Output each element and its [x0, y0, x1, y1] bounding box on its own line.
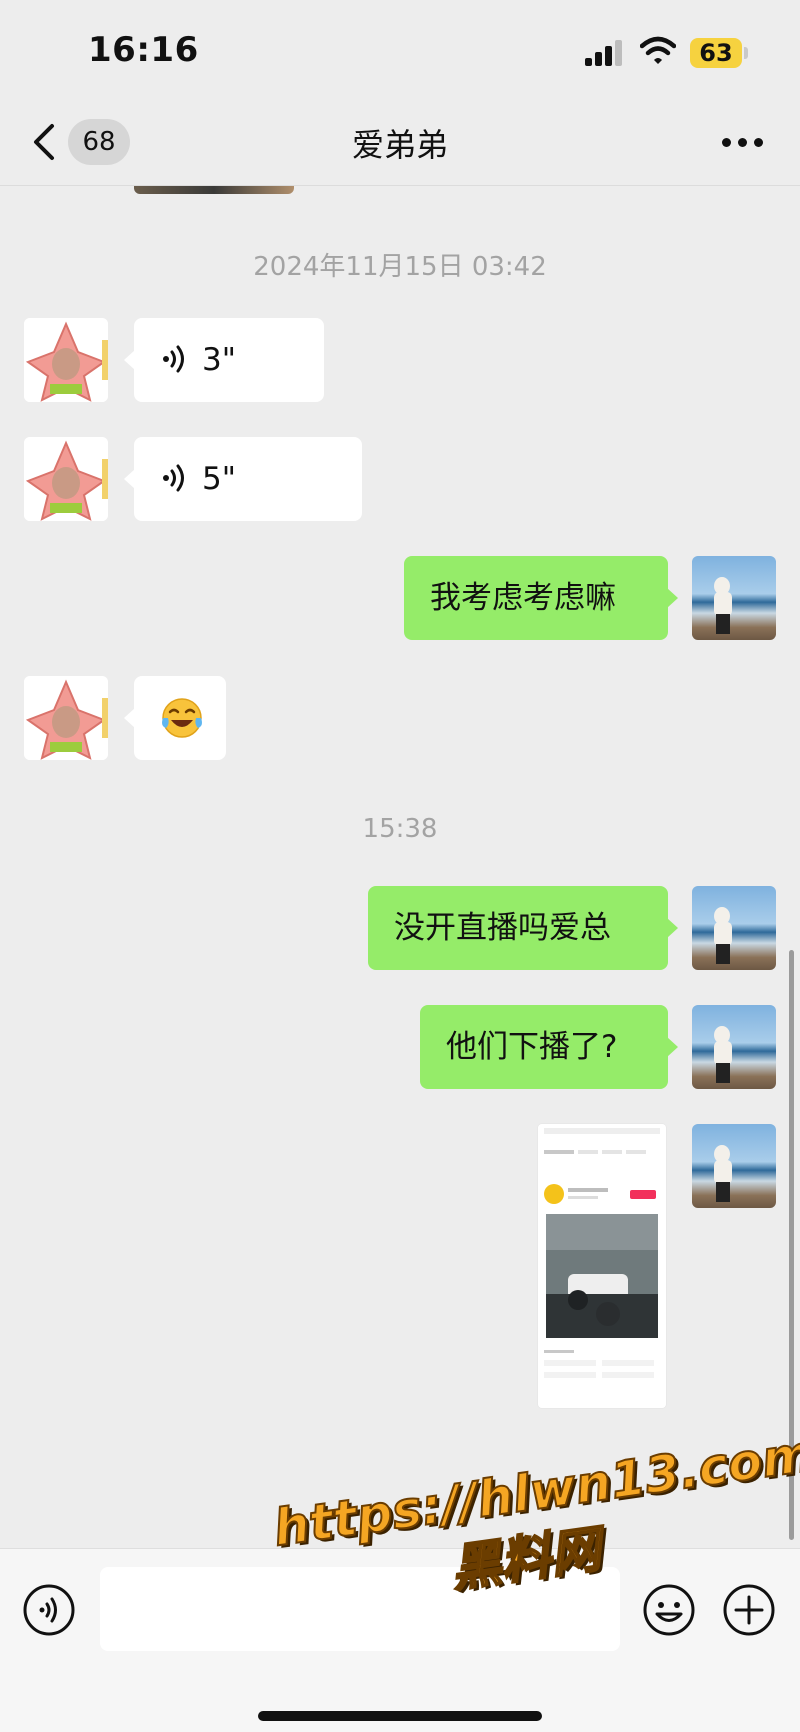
message-timestamp: 15:38	[362, 814, 438, 844]
sent-message-bubble[interactable]: 没开直播吗爱总	[368, 886, 678, 970]
previous-image-edge	[134, 186, 294, 194]
starfish-avatar-icon	[24, 318, 108, 402]
status-time: 16:16	[88, 30, 199, 70]
voice-duration: 3"	[202, 342, 236, 378]
contact-avatar[interactable]	[24, 318, 108, 402]
my-avatar[interactable]	[692, 1124, 776, 1208]
battery-indicator: 63	[690, 38, 742, 68]
chat-header: 68 爱弟弟	[0, 100, 800, 186]
chat-title: 爱弟弟	[351, 126, 448, 164]
my-avatar[interactable]	[692, 1005, 776, 1089]
emoji-message-bubble[interactable]	[124, 676, 226, 760]
sent-message-bubble[interactable]: 他们下播了?	[420, 1005, 678, 1089]
my-avatar[interactable]	[692, 556, 776, 640]
image-message[interactable]	[538, 1124, 666, 1408]
person-photo-icon	[714, 577, 732, 634]
more-options-icon[interactable]	[722, 138, 764, 148]
starfish-avatar-icon	[24, 437, 108, 521]
contact-avatar[interactable]	[24, 676, 108, 760]
wifi-icon	[640, 36, 676, 64]
home-indicator[interactable]	[258, 1711, 542, 1721]
voice-wave-icon	[163, 464, 184, 491]
person-photo-icon	[714, 1145, 732, 1202]
voice-wave-icon	[163, 345, 184, 372]
battery-tip	[744, 47, 748, 59]
person-photo-icon	[714, 907, 732, 964]
status-bar: 16:16 63	[0, 0, 800, 100]
laughing-crying-emoji-icon	[162, 698, 202, 738]
signal-strength-icon	[585, 40, 625, 66]
contact-avatar[interactable]	[24, 437, 108, 521]
voice-message-bubble[interactable]: 5"	[124, 437, 362, 521]
my-avatar[interactable]	[692, 886, 776, 970]
message-timestamp: 2024年11月15日 03:42	[253, 252, 547, 282]
voice-duration: 5"	[202, 461, 236, 497]
voice-input-toggle-icon[interactable]	[22, 1583, 76, 1637]
screenshot-thumbnail-icon	[538, 1124, 666, 1408]
person-photo-icon	[714, 1026, 732, 1083]
sent-message-bubble[interactable]: 我考虑考虑嘛	[404, 556, 678, 640]
starfish-avatar-icon	[24, 676, 108, 760]
voice-message-bubble[interactable]: 3"	[124, 318, 324, 402]
